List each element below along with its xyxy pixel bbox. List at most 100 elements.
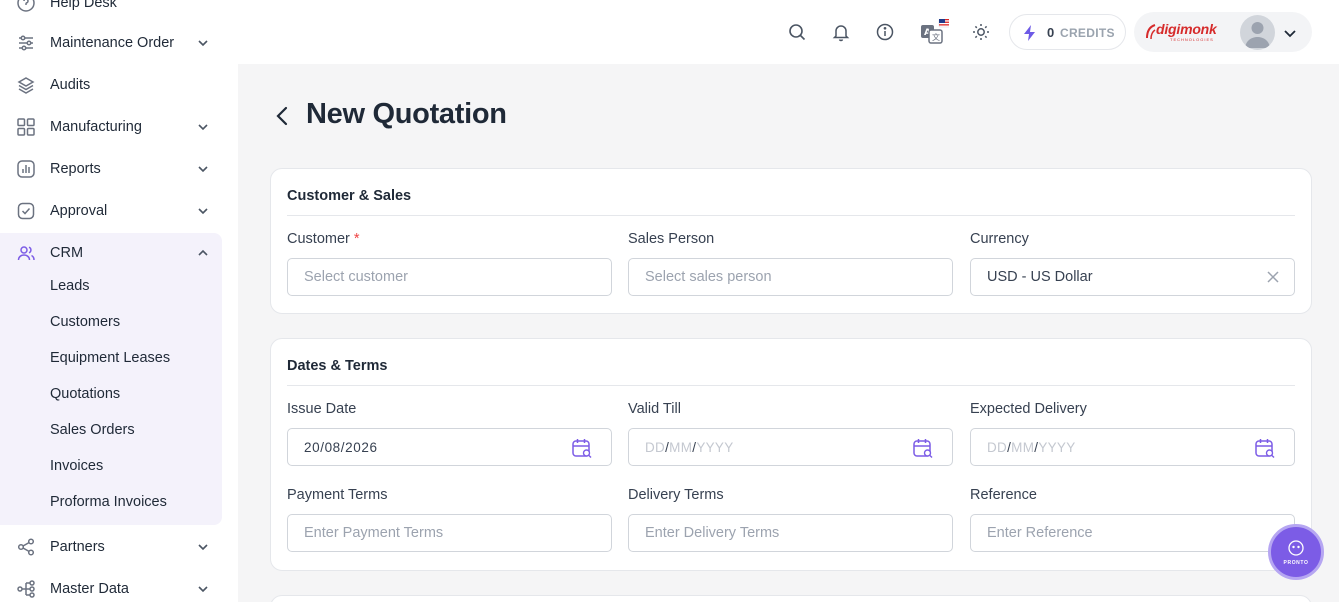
chevron-down-icon <box>198 208 208 215</box>
sliders-icon <box>16 33 36 53</box>
expected-delivery-placeholder: DD/MM/YYYY <box>987 439 1076 455</box>
sun-icon[interactable] <box>969 20 993 44</box>
sidebar-subitem-quotations[interactable]: Quotations <box>50 386 120 402</box>
sidebar-item-label: CRM <box>50 245 84 261</box>
chevron-down-icon <box>198 40 208 47</box>
sidebar-item-label: Master Data <box>50 581 129 597</box>
sidebar-subitem-sales-orders[interactable]: Sales Orders <box>50 422 135 438</box>
close-icon[interactable] <box>1266 270 1280 284</box>
page-title: New Quotation <box>306 98 507 130</box>
bar-chart-icon <box>16 159 36 179</box>
valid-till-placeholder: DD/MM/YYYY <box>645 439 734 455</box>
customer-select[interactable]: Select customer <box>287 258 612 296</box>
calendar-icon[interactable] <box>912 437 934 459</box>
sales-person-select[interactable]: Select sales person <box>628 258 953 296</box>
delivery-terms-placeholder: Enter Delivery Terms <box>645 525 780 541</box>
valid-till-label: Valid Till <box>628 401 681 417</box>
grid-icon <box>16 117 36 137</box>
sidebar-subitem-invoices[interactable]: Invoices <box>50 458 103 474</box>
sidebar-item-maintenance-order[interactable]: Maintenance Order <box>0 22 238 64</box>
sales-person-label: Sales Person <box>628 231 715 247</box>
check-square-icon <box>16 201 36 221</box>
currency-select[interactable]: USD - US Dollar <box>970 258 1295 296</box>
info-icon[interactable] <box>873 20 897 44</box>
sidebar-item-help-desk[interactable]: Help Desk <box>0 0 238 24</box>
issue-date-label: Issue Date <box>287 401 357 417</box>
sidebar-item-label: Help Desk <box>50 0 117 11</box>
issue-date-value: 20/08/2026 <box>304 439 378 455</box>
sidebar-item-partners[interactable]: Partners <box>0 526 238 568</box>
sidebar-subitem-proforma-invoices[interactable]: Proforma Invoices <box>50 494 167 510</box>
sidebar-item-crm[interactable]: CRM <box>0 232 222 274</box>
sidebar-item-audits[interactable]: Audits <box>0 64 238 106</box>
calendar-icon[interactable] <box>571 437 593 459</box>
assistant-icon <box>1288 540 1304 556</box>
currency-value: USD - US Dollar <box>987 269 1093 285</box>
divider <box>287 385 1295 386</box>
hierarchy-icon <box>16 579 36 599</box>
top-header: A 文 0 CREDITS digimonk TECHNOLOGIES <box>238 0 1339 64</box>
brand-logo-sub: TECHNOLOGIES <box>1170 37 1214 42</box>
sidebar-subitem-customers[interactable]: Customers <box>50 314 120 330</box>
payment-terms-input[interactable]: Enter Payment Terms <box>287 514 612 552</box>
sidebar-item-label: Manufacturing <box>50 119 142 135</box>
help-circle-icon <box>16 0 36 13</box>
reference-label: Reference <box>970 487 1037 503</box>
delivery-terms-label: Delivery Terms <box>628 487 724 503</box>
svg-text:文: 文 <box>932 32 940 42</box>
chevron-down-icon[interactable] <box>1282 25 1298 41</box>
credits-label: CREDITS <box>1060 26 1115 40</box>
section-title: Dates & Terms <box>287 358 388 374</box>
expected-delivery-input[interactable]: DD/MM/YYYY <box>970 428 1295 466</box>
chevron-down-icon <box>198 586 208 593</box>
sidebar-subitem-equipment-leases[interactable]: Equipment Leases <box>50 350 170 366</box>
credits-button[interactable]: 0 CREDITS <box>1009 14 1126 50</box>
currency-label: Currency <box>970 231 1029 247</box>
sidebar-item-approval[interactable]: Approval <box>0 190 238 232</box>
issue-date-input[interactable]: 20/08/2026 <box>287 428 612 466</box>
sidebar-subitem-leads[interactable]: Leads <box>50 278 90 294</box>
reference-input[interactable]: Enter Reference <box>970 514 1295 552</box>
customer-placeholder: Select customer <box>304 269 408 285</box>
chevron-down-icon <box>198 166 208 173</box>
payment-terms-placeholder: Enter Payment Terms <box>304 525 444 541</box>
bell-icon[interactable] <box>829 20 853 44</box>
valid-till-input[interactable]: DD/MM/YYYY <box>628 428 953 466</box>
sidebar-item-master-data[interactable]: Master Data <box>0 568 238 602</box>
user-menu[interactable]: digimonk TECHNOLOGIES <box>1134 12 1312 52</box>
sidebar-item-label: Audits <box>50 77 91 93</box>
brand-logo: digimonk <box>1156 21 1217 37</box>
avatar[interactable] <box>1240 15 1275 50</box>
layers-icon <box>16 75 36 95</box>
back-arrow-icon[interactable] <box>272 104 292 128</box>
divider <box>287 215 1295 216</box>
translate-icon[interactable]: A 文 <box>919 19 949 44</box>
sidebar-item-reports[interactable]: Reports <box>0 148 238 190</box>
customer-sales-card: Customer & Sales Customer * Select custo… <box>270 168 1312 314</box>
sidebar-item-manufacturing[interactable]: Manufacturing <box>0 106 238 148</box>
search-icon[interactable] <box>785 20 809 44</box>
sales-person-placeholder: Select sales person <box>645 269 772 285</box>
customer-label: Customer * <box>287 231 360 247</box>
delivery-terms-input[interactable]: Enter Delivery Terms <box>628 514 953 552</box>
expected-delivery-label: Expected Delivery <box>970 401 1087 417</box>
next-section-card <box>270 595 1312 602</box>
credits-count: 0 <box>1047 25 1055 40</box>
section-title: Customer & Sales <box>287 188 412 204</box>
lightning-icon <box>1024 25 1035 41</box>
sidebar-item-label: Maintenance Order <box>50 35 175 51</box>
assistant-label: PRONTO <box>1283 560 1309 566</box>
required-mark: * <box>353 231 360 247</box>
sidebar: Help Desk Maintenance Order Audits Manuf… <box>0 0 238 602</box>
calendar-icon[interactable] <box>1254 437 1276 459</box>
assistant-button[interactable]: PRONTO <box>1268 524 1324 580</box>
dates-terms-card: Dates & Terms Issue Date 20/08/2026 Vali… <box>270 338 1312 571</box>
chevron-down-icon <box>198 544 208 551</box>
users-icon <box>16 243 36 263</box>
sidebar-item-label: Partners <box>50 539 105 555</box>
sidebar-item-label: Reports <box>50 161 101 177</box>
payment-terms-label: Payment Terms <box>287 487 388 503</box>
chevron-down-icon <box>198 124 208 131</box>
chevron-up-icon <box>198 249 208 256</box>
reference-placeholder: Enter Reference <box>987 525 1093 541</box>
